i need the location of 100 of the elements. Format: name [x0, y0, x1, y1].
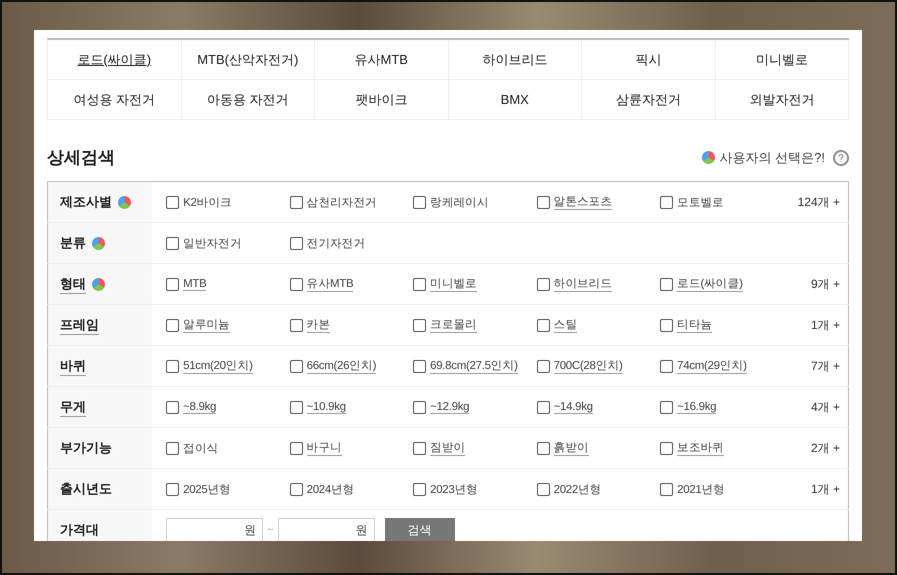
filter-label[interactable]: 바퀴	[60, 356, 86, 376]
option-label[interactable]: 알톤스포츠	[554, 194, 612, 210]
checkbox[interactable]	[536, 400, 550, 414]
category-tab[interactable]: MTB(산악자전거)	[182, 40, 315, 80]
option-label[interactable]: 51cm(20인치)	[183, 358, 253, 374]
category-tab[interactable]: 팻바이크	[315, 80, 448, 120]
checkbox[interactable]	[290, 400, 303, 414]
checkbox[interactable]	[413, 400, 426, 414]
option-label[interactable]: 전기자전거	[306, 236, 366, 250]
category-tab[interactable]: 하이브리드	[448, 40, 582, 80]
checkbox[interactable]	[290, 278, 303, 290]
checkbox[interactable]	[413, 318, 426, 332]
checkbox[interactable]	[536, 318, 550, 332]
checkbox[interactable]	[660, 278, 674, 290]
option-label[interactable]: 알루미늄	[183, 317, 230, 333]
pie-chart-icon[interactable]	[92, 278, 105, 290]
option-label[interactable]: 2021년형	[677, 482, 725, 496]
option-label[interactable]: ~12.9kg	[430, 400, 470, 414]
checkbox[interactable]	[166, 236, 180, 250]
checkbox[interactable]	[536, 196, 550, 208]
checkbox[interactable]	[290, 442, 303, 454]
option-label[interactable]: K2바이크	[183, 194, 232, 210]
more-count-link[interactable]: 4개 +	[810, 400, 840, 414]
checkbox[interactable]	[166, 196, 180, 208]
filter-label[interactable]: 프레임	[60, 316, 99, 334]
option-label[interactable]: 랑케레이시	[430, 194, 489, 210]
option-label[interactable]: 카본	[306, 317, 330, 333]
checkbox[interactable]	[413, 442, 426, 454]
more-count-link[interactable]: 1개 +	[810, 318, 840, 332]
option-label[interactable]: ~10.9kg	[306, 400, 346, 414]
checkbox[interactable]	[290, 318, 303, 332]
more-count-link[interactable]: 7개 +	[810, 358, 840, 372]
checkbox[interactable]	[536, 442, 550, 454]
checkbox[interactable]	[413, 360, 426, 372]
checkbox[interactable]	[660, 196, 674, 208]
category-tab[interactable]: BMX	[448, 80, 582, 120]
option-label[interactable]: 2023년형	[430, 482, 478, 496]
option-label[interactable]: 흙받이	[554, 440, 589, 456]
checkbox[interactable]	[413, 482, 426, 496]
option-label[interactable]: 2022년형	[554, 482, 602, 496]
option-label[interactable]: 크로몰리	[430, 317, 477, 333]
checkbox[interactable]	[536, 278, 550, 290]
checkbox[interactable]	[166, 278, 180, 290]
category-tab[interactable]: 미니벨로	[716, 40, 849, 80]
category-tab[interactable]: 아동용 자전거	[182, 80, 315, 120]
option-label[interactable]: 하이브리드	[554, 276, 612, 292]
option-label[interactable]: 티타늄	[677, 317, 712, 333]
pie-chart-icon[interactable]	[118, 196, 131, 208]
checkbox[interactable]	[413, 196, 426, 208]
checkbox[interactable]	[536, 482, 550, 496]
option-label[interactable]: 66cm(26인치)	[306, 358, 376, 374]
category-tab[interactable]: 외발자전거	[716, 80, 849, 120]
checkbox[interactable]	[660, 482, 674, 496]
category-tab[interactable]: 삼륜자전거	[582, 80, 716, 120]
category-tab[interactable]: 픽시	[582, 40, 716, 80]
option-label[interactable]: 74cm(29인치)	[677, 358, 747, 374]
option-label[interactable]: 2025년형	[183, 482, 231, 496]
checkbox[interactable]	[166, 318, 180, 332]
option-label[interactable]: 바구니	[306, 440, 342, 456]
option-label[interactable]: 69.8cm(27.5인치)	[430, 358, 518, 374]
filter-label[interactable]: 무게	[60, 398, 86, 416]
checkbox[interactable]	[290, 482, 303, 496]
more-count-link[interactable]: 1개 +	[810, 482, 840, 496]
option-label[interactable]: 모토벨로	[677, 194, 724, 210]
checkbox[interactable]	[660, 360, 674, 372]
option-label[interactable]: 삼천리자전거	[306, 194, 377, 210]
option-label[interactable]: 2024년형	[306, 482, 354, 496]
more-count-link[interactable]: 124개 +	[798, 194, 840, 208]
checkbox[interactable]	[290, 236, 303, 250]
option-label[interactable]: ~16.9kg	[677, 400, 716, 414]
checkbox[interactable]	[166, 360, 180, 372]
option-label[interactable]: 700C(28인치)	[554, 358, 623, 374]
checkbox[interactable]	[660, 400, 674, 414]
help-icon[interactable]	[833, 150, 849, 166]
option-label[interactable]: 로드(싸이클)	[677, 276, 743, 292]
checkbox[interactable]	[166, 442, 180, 454]
checkbox[interactable]	[413, 278, 426, 290]
filter-label[interactable]: 형태	[60, 274, 86, 294]
checkbox[interactable]	[290, 360, 303, 372]
option-label[interactable]: ~8.9kg	[183, 400, 216, 414]
search-button[interactable]: 검색	[384, 518, 455, 541]
user-choice-link[interactable]: 사용자의 선택은?!	[720, 148, 825, 166]
category-tab[interactable]: 유사MTB	[315, 40, 448, 80]
category-tab[interactable]: 로드(싸이클)	[48, 40, 182, 80]
option-label[interactable]: 접이식	[183, 440, 218, 456]
checkbox[interactable]	[536, 360, 550, 372]
option-label[interactable]: MTB	[183, 278, 206, 290]
min-price-field[interactable]: 원	[166, 518, 264, 541]
option-label[interactable]: 일반자전거	[183, 236, 242, 250]
option-label[interactable]: 미니벨로	[430, 276, 477, 292]
max-price-field[interactable]: 원	[278, 518, 375, 541]
checkbox[interactable]	[660, 318, 674, 332]
option-label[interactable]: ~14.9kg	[554, 400, 593, 414]
category-tab[interactable]: 여성용 자전거	[48, 80, 182, 120]
checkbox[interactable]	[166, 482, 180, 496]
checkbox[interactable]	[166, 400, 180, 414]
more-count-link[interactable]: 2개 +	[810, 440, 840, 454]
more-count-link[interactable]: 9개 +	[810, 276, 840, 290]
option-label[interactable]: 스틸	[554, 317, 577, 333]
checkbox[interactable]	[290, 196, 303, 208]
